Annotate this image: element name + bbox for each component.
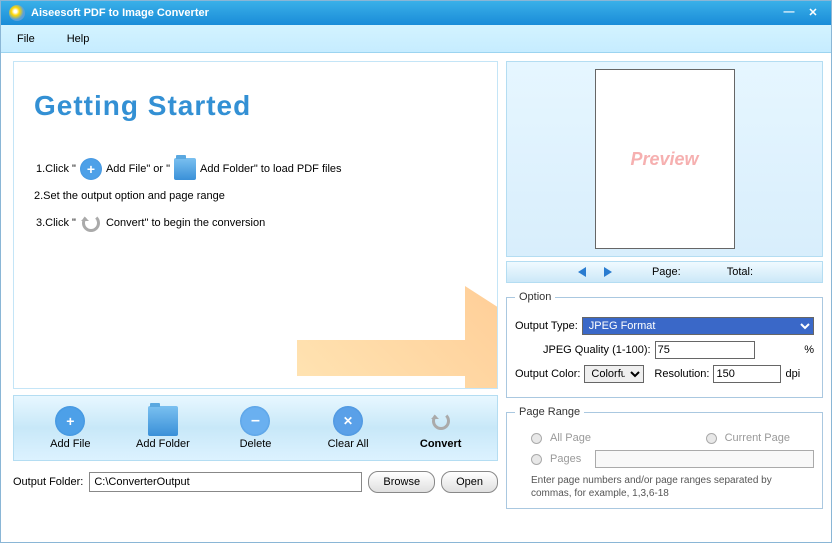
percent-label: % bbox=[804, 344, 814, 356]
page-range-hint: Enter page numbers and/or page ranges se… bbox=[531, 474, 814, 500]
total-label: Total: bbox=[727, 266, 753, 278]
browse-button[interactable]: Browse bbox=[368, 471, 435, 493]
plus-icon: + bbox=[80, 158, 102, 180]
pages-input[interactable] bbox=[595, 450, 814, 468]
add-folder-button[interactable]: Add Folder bbox=[131, 406, 195, 450]
page-nav: Page: Total: bbox=[506, 261, 823, 283]
output-folder-input[interactable] bbox=[89, 472, 362, 492]
gs-step3-a: 3.Click " bbox=[36, 217, 76, 229]
convert-icon bbox=[426, 406, 456, 436]
app-logo-icon bbox=[9, 5, 25, 21]
resolution-input[interactable] bbox=[713, 365, 781, 383]
pages-label: Pages bbox=[550, 453, 581, 465]
resolution-label: Resolution: bbox=[654, 368, 709, 380]
window-title: Aiseesoft PDF to Image Converter bbox=[31, 7, 209, 19]
jpeg-quality-label: JPEG Quality (1-100): bbox=[543, 344, 651, 356]
next-page-button[interactable] bbox=[600, 266, 616, 278]
plus-icon: + bbox=[55, 406, 85, 436]
page-range-group: Page Range All Page Current Page Pages E… bbox=[506, 406, 823, 509]
all-page-label: All Page bbox=[550, 432, 591, 444]
menu-help[interactable]: Help bbox=[67, 33, 90, 45]
clear-all-button[interactable]: ✕ Clear All bbox=[316, 406, 380, 450]
output-color-select[interactable]: Colorfull bbox=[584, 365, 644, 383]
folder-icon bbox=[174, 158, 196, 180]
output-color-label: Output Color: bbox=[515, 368, 580, 380]
convert-icon bbox=[80, 212, 102, 234]
preview-pane: Preview bbox=[506, 61, 823, 257]
option-legend: Option bbox=[515, 291, 555, 303]
folder-icon bbox=[148, 406, 178, 436]
current-page-radio[interactable] bbox=[706, 433, 717, 444]
prev-page-button[interactable] bbox=[576, 266, 592, 278]
output-folder-label: Output Folder: bbox=[13, 476, 83, 488]
main-toolbar: + Add File Add Folder – Delete ✕ Clear A… bbox=[13, 395, 498, 461]
pages-radio[interactable] bbox=[531, 454, 542, 465]
output-type-select[interactable]: JPEG Format bbox=[582, 317, 814, 335]
close-button[interactable]: ✕ bbox=[803, 6, 823, 20]
all-page-radio[interactable] bbox=[531, 433, 542, 444]
add-file-button[interactable]: + Add File bbox=[38, 406, 102, 450]
title-bar: Aiseesoft PDF to Image Converter — ✕ bbox=[1, 1, 831, 25]
delete-label: Delete bbox=[240, 438, 272, 450]
minimize-button[interactable]: — bbox=[779, 6, 799, 20]
minus-icon: – bbox=[240, 406, 270, 436]
page-range-legend: Page Range bbox=[515, 406, 584, 418]
gs-step2: 2.Set the output option and page range bbox=[34, 190, 225, 202]
convert-label: Convert bbox=[420, 438, 462, 450]
page-label: Page: bbox=[652, 266, 681, 278]
add-file-label: Add File bbox=[50, 438, 90, 450]
delete-button[interactable]: – Delete bbox=[223, 406, 287, 450]
gs-step3-b: Convert" to begin the conversion bbox=[106, 217, 265, 229]
x-icon: ✕ bbox=[333, 406, 363, 436]
gs-step1-c: Add Folder" to load PDF files bbox=[200, 163, 341, 175]
arrow-decoration-icon bbox=[297, 268, 498, 389]
dpi-label: dpi bbox=[785, 368, 800, 380]
menu-file[interactable]: File bbox=[17, 33, 35, 45]
menu-bar: File Help bbox=[1, 25, 831, 53]
preview-placeholder: Preview bbox=[595, 69, 735, 249]
option-group: Option Output Type: JPEG Format JPEG Qua… bbox=[506, 291, 823, 398]
output-type-label: Output Type: bbox=[515, 320, 578, 332]
getting-started-heading: Getting Started bbox=[34, 90, 477, 122]
convert-button[interactable]: Convert bbox=[409, 406, 473, 450]
add-folder-label: Add Folder bbox=[136, 438, 190, 450]
gs-step1-a: 1.Click " bbox=[36, 163, 76, 175]
open-button[interactable]: Open bbox=[441, 471, 498, 493]
getting-started-panel: Getting Started 1.Click " + Add File" or… bbox=[13, 61, 498, 389]
gs-step1-b: Add File" or " bbox=[106, 163, 170, 175]
jpeg-quality-input[interactable] bbox=[655, 341, 755, 359]
clear-all-label: Clear All bbox=[328, 438, 369, 450]
current-page-label: Current Page bbox=[725, 432, 790, 444]
